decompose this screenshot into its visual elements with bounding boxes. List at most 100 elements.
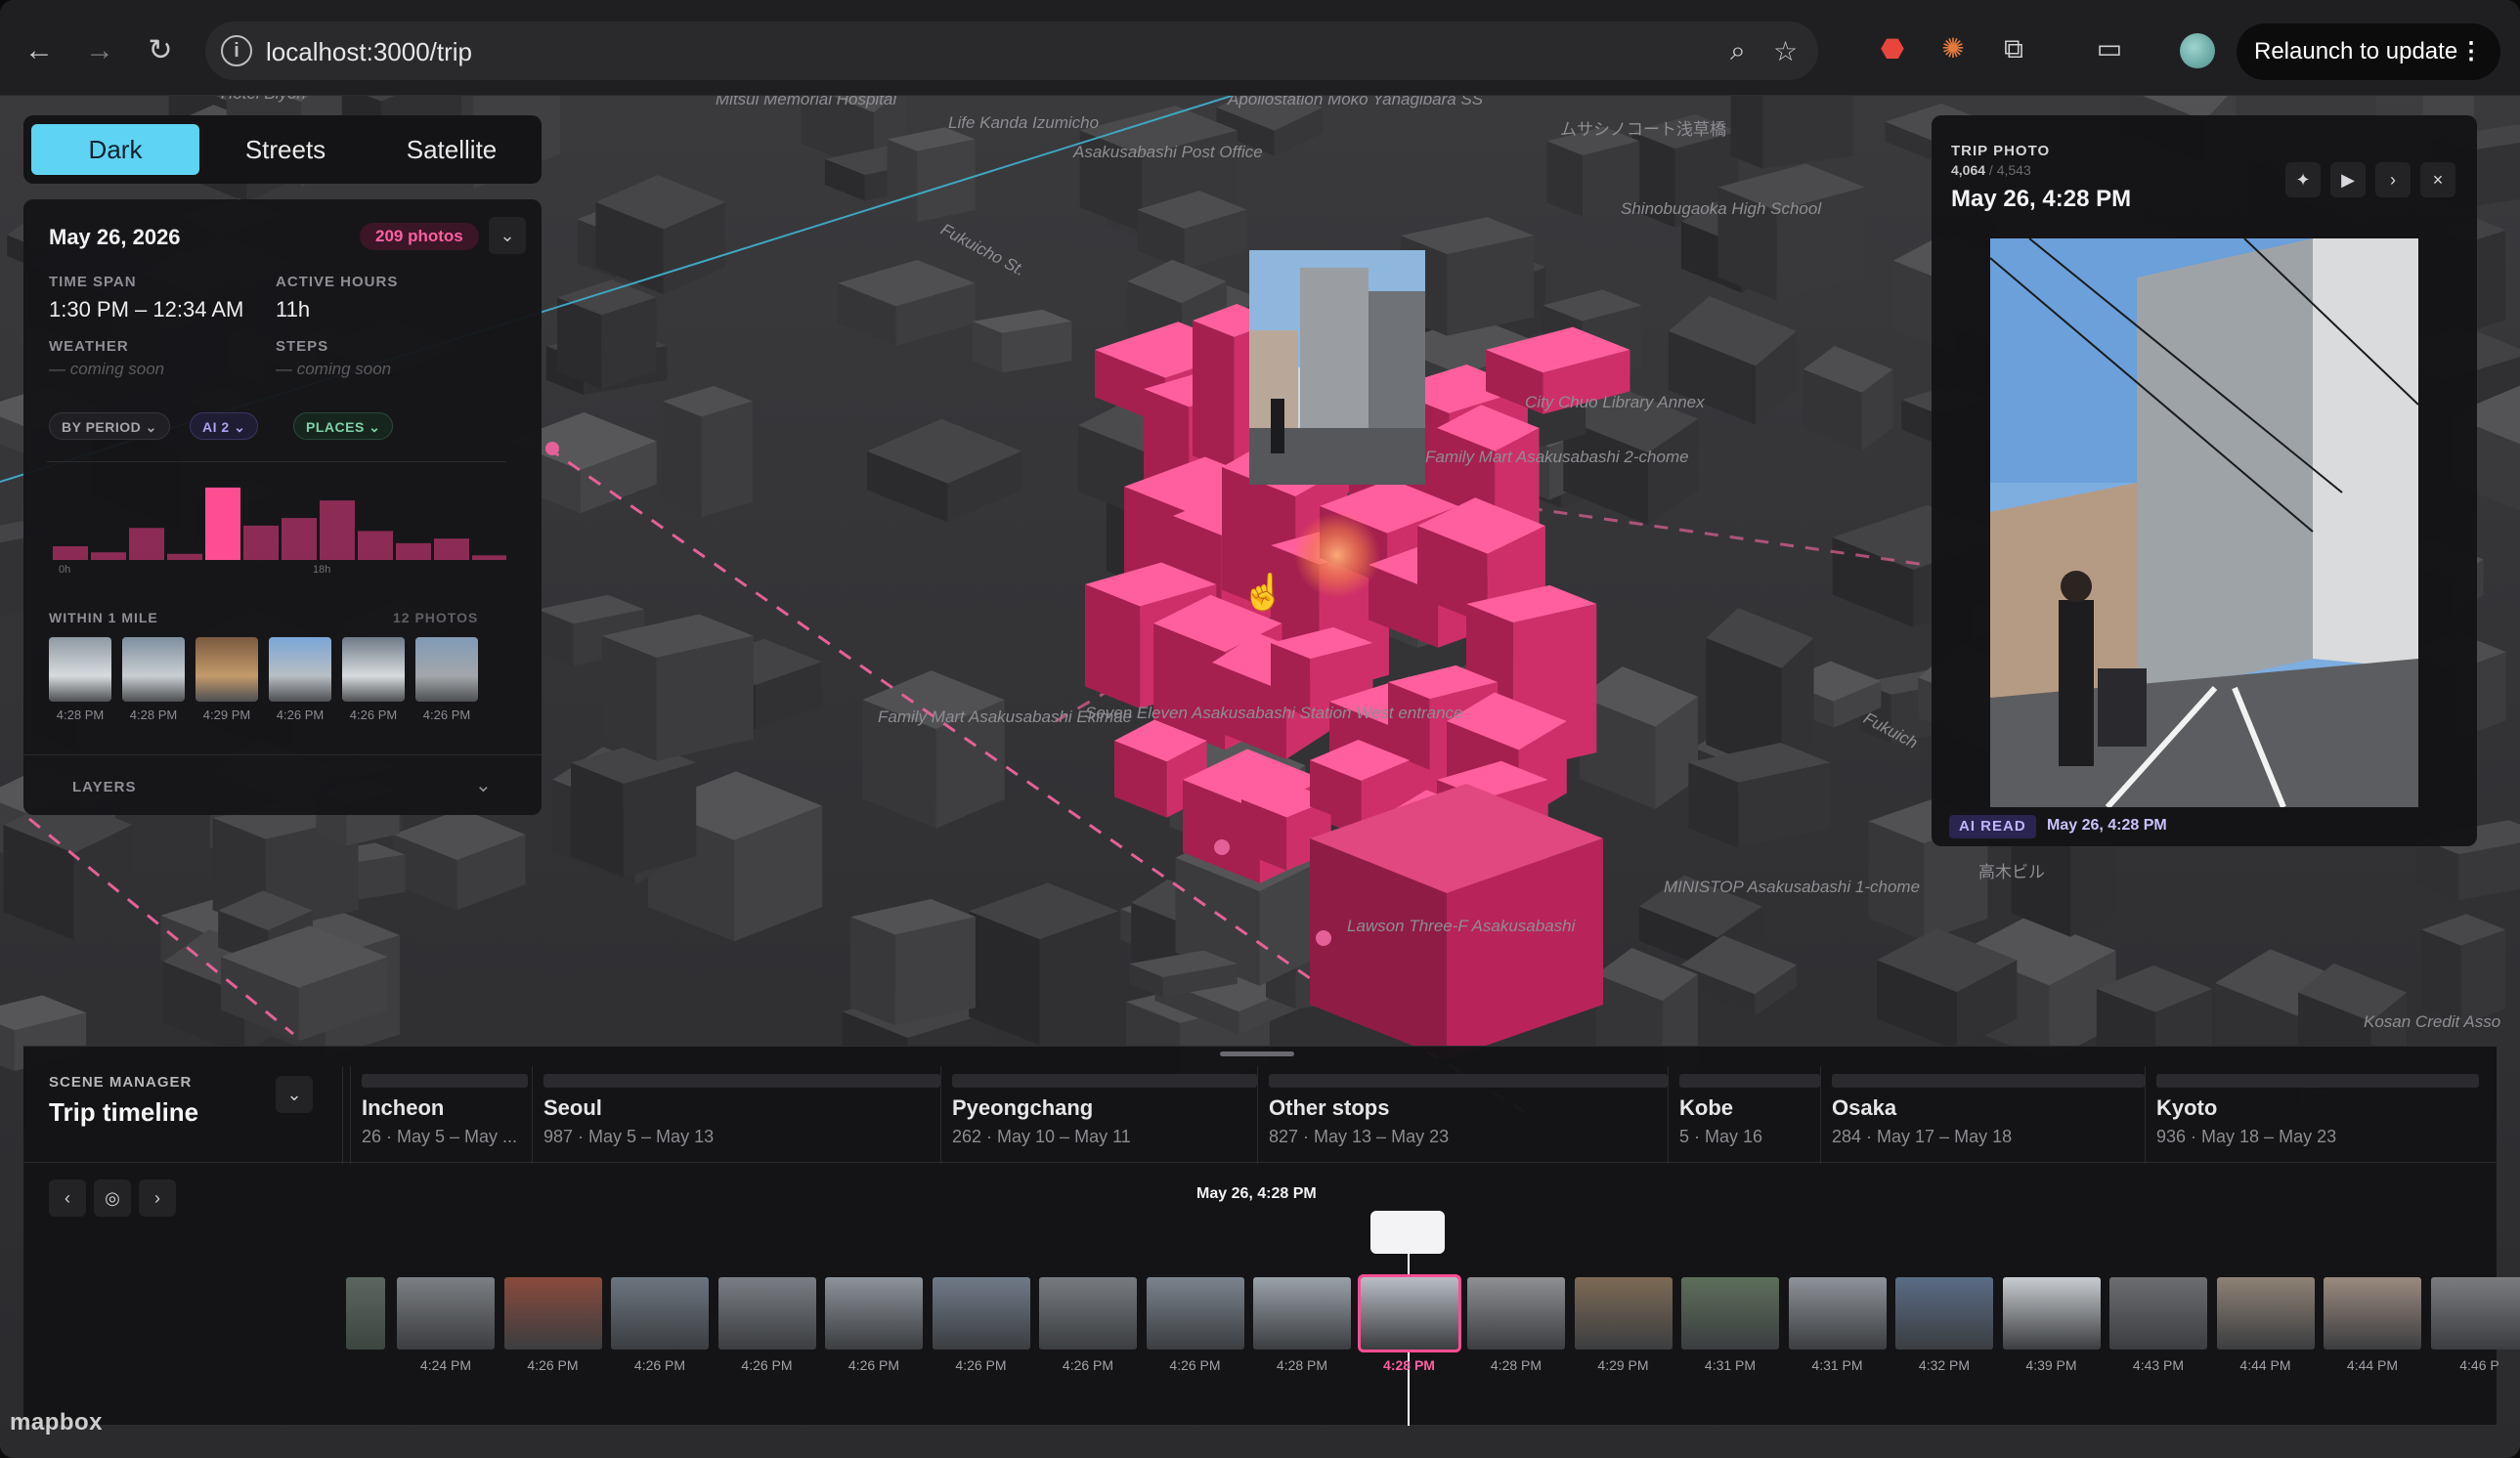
segment-meta: 284 · May 17 – May 18 xyxy=(1832,1127,2013,1146)
film-thumb[interactable] xyxy=(1039,1277,1137,1350)
tab-search-icon[interactable]: ▭ xyxy=(2090,29,2129,68)
map-label: Hotel Biyori xyxy=(221,96,306,104)
histogram-bar[interactable] xyxy=(396,542,431,560)
segment-bar[interactable] xyxy=(1269,1074,1668,1088)
film-time: 4:26 PM xyxy=(741,1357,793,1373)
histogram-bar[interactable] xyxy=(434,538,469,560)
filter-places-chip[interactable]: PLACES ⌄ xyxy=(293,412,394,440)
film-thumb[interactable] xyxy=(1253,1277,1351,1350)
film-thumb[interactable] xyxy=(503,1277,602,1350)
site-info-icon[interactable]: i xyxy=(221,35,252,66)
film-thumb[interactable] xyxy=(2430,1277,2520,1350)
histogram-bar[interactable] xyxy=(129,528,164,560)
segment-bar[interactable] xyxy=(1832,1074,2145,1088)
style-satellite-button[interactable]: Satellite xyxy=(371,124,532,175)
timeline-chevron-down-icon[interactable]: ⌄ xyxy=(276,1076,313,1113)
profile-avatar[interactable] xyxy=(2180,33,2215,68)
extensions-puzzle-icon[interactable]: ⧉ xyxy=(1994,29,2033,68)
reload-icon[interactable]: ↻ xyxy=(139,29,182,72)
film-thumb[interactable] xyxy=(1467,1277,1565,1350)
map-photo-marker[interactable] xyxy=(1249,250,1425,485)
histogram-bar[interactable] xyxy=(205,487,240,560)
nearby-photo-thumb[interactable] xyxy=(196,637,258,702)
segment-bar[interactable] xyxy=(362,1074,528,1088)
next-chevron-icon[interactable]: › xyxy=(139,1179,176,1217)
url-text[interactable]: localhost:3000/trip xyxy=(266,37,472,67)
extension-sun-icon[interactable]: ✺ xyxy=(1933,29,1973,68)
film-thumb[interactable] xyxy=(932,1277,1030,1350)
nearby-photo-thumb[interactable] xyxy=(122,637,185,702)
segment-name[interactable]: Osaka xyxy=(1832,1095,1896,1121)
film-thumb[interactable] xyxy=(1895,1277,1993,1350)
zoom-icon[interactable]: ⌕ xyxy=(1730,35,1746,67)
histogram-bar[interactable] xyxy=(167,553,202,560)
film-thumb[interactable] xyxy=(2002,1277,2101,1350)
day-chevron-down-icon[interactable]: ⌄ xyxy=(489,217,526,254)
histogram-bar[interactable] xyxy=(472,555,507,560)
film-thumb[interactable] xyxy=(1788,1277,1887,1350)
segment-name[interactable]: Kobe xyxy=(1679,1095,1733,1121)
play-icon[interactable]: ▶ xyxy=(2330,162,2366,197)
nearby-photo-thumb[interactable] xyxy=(269,637,331,702)
relaunch-button[interactable]: Relaunch to update ⋮ xyxy=(2237,23,2500,80)
building-block xyxy=(1730,96,1763,169)
segment-name[interactable]: Other stops xyxy=(1269,1095,1389,1121)
histogram-bar[interactable] xyxy=(282,518,317,560)
nearby-photo-thumb[interactable] xyxy=(415,637,478,702)
building-block xyxy=(2460,929,2506,1025)
nearby-photo-thumb[interactable] xyxy=(342,637,405,702)
histogram-bar[interactable] xyxy=(243,525,279,560)
layers-toggle[interactable]: LAYERS ⌄ xyxy=(23,754,542,815)
segment-bar[interactable] xyxy=(952,1074,1257,1088)
filter-by-period-chip[interactable]: BY PERIOD ⌄ xyxy=(49,412,170,440)
film-thumb[interactable] xyxy=(1357,1274,1461,1352)
segment-bar[interactable] xyxy=(543,1074,940,1088)
day-date: May 26, 2026 xyxy=(49,225,181,249)
time-span-label: TIME SPAN xyxy=(49,274,137,290)
style-dark-button[interactable]: Dark xyxy=(31,124,199,175)
film-thumb[interactable] xyxy=(1681,1277,1779,1350)
film-thumb[interactable] xyxy=(717,1277,816,1350)
steps-value: — coming soon xyxy=(276,360,392,378)
histogram-bar[interactable] xyxy=(91,552,126,560)
bookmark-star-icon[interactable]: ☆ xyxy=(1773,35,1798,67)
film-time: 4:26 PM xyxy=(527,1357,579,1373)
extension-shield-icon[interactable]: ⬣ xyxy=(1873,29,1912,68)
segment-name[interactable]: Incheon xyxy=(362,1095,444,1121)
timeline-cursor-handle[interactable] xyxy=(1370,1211,1445,1254)
histogram-bar[interactable] xyxy=(53,545,88,560)
nearby-photo-thumb[interactable] xyxy=(49,637,111,702)
film-thumb[interactable] xyxy=(611,1277,709,1350)
film-thumb[interactable] xyxy=(346,1277,385,1350)
forward-icon[interactable]: → xyxy=(78,29,121,72)
film-thumb[interactable] xyxy=(1574,1277,1673,1350)
film-thumb[interactable] xyxy=(2324,1277,2421,1350)
film-thumb[interactable] xyxy=(1146,1277,1244,1350)
sparkle-icon[interactable]: ✦ xyxy=(2285,162,2321,197)
address-bar[interactable]: i localhost:3000/trip ⌕ ☆ xyxy=(205,21,1818,80)
histogram-bar[interactable] xyxy=(358,531,393,560)
segment-name[interactable]: Kyoto xyxy=(2156,1095,2217,1121)
layers-label: LAYERS xyxy=(72,779,137,795)
film-thumb[interactable] xyxy=(825,1277,923,1350)
filter-ai-chip[interactable]: AI 2 ⌄ xyxy=(190,412,259,440)
menu-dots-icon[interactable]: ⋮ xyxy=(2459,23,2483,80)
panel-resize-handle[interactable] xyxy=(1220,1051,1294,1056)
segment-name[interactable]: Pyeongchang xyxy=(952,1095,1093,1121)
trip-photo-image[interactable] xyxy=(1990,238,2418,807)
histogram-bar[interactable] xyxy=(320,500,355,560)
close-icon[interactable]: × xyxy=(2420,162,2455,197)
next-chevron-icon[interactable]: › xyxy=(2375,162,2411,197)
film-thumb[interactable] xyxy=(2216,1277,2315,1350)
film-thumb[interactable] xyxy=(2109,1277,2207,1350)
style-streets-button[interactable]: Streets xyxy=(207,124,364,175)
segment-name[interactable]: Seoul xyxy=(543,1095,602,1121)
hourly-histogram[interactable]: 0h 18h xyxy=(47,461,507,579)
segment-bar[interactable] xyxy=(1679,1074,1820,1088)
film-thumb[interactable] xyxy=(397,1277,495,1350)
segment-bar[interactable] xyxy=(2156,1074,2479,1088)
prev-chevron-icon[interactable]: ‹ xyxy=(49,1179,86,1217)
back-icon[interactable]: ← xyxy=(18,29,61,72)
recenter-target-icon[interactable]: ◎ xyxy=(94,1179,131,1217)
layers-chevron-down-icon[interactable]: ⌄ xyxy=(475,773,492,797)
